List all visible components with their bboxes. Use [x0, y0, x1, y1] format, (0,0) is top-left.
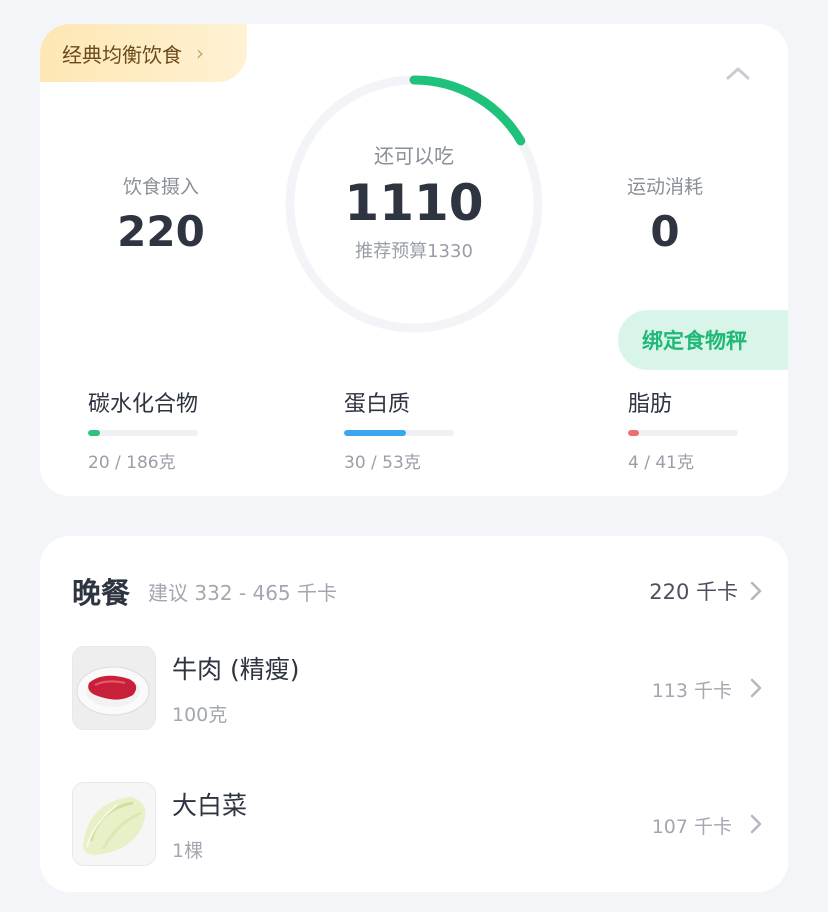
remaining-label: 还可以吃: [374, 144, 454, 168]
macro-name: 蛋白质: [344, 392, 411, 417]
meal-total-kcal: 220 千卡: [649, 580, 738, 604]
macro-progress-bar: [628, 430, 738, 436]
chevron-up-icon[interactable]: [724, 62, 752, 86]
intake-stat: 饮食摄入 220: [61, 172, 261, 256]
diet-plan-label: 经典均衡饮食: [62, 42, 182, 67]
diet-plan-badge[interactable]: 经典均衡饮食 ›: [40, 24, 247, 82]
chevron-right-icon: ›: [196, 41, 204, 65]
beef-image: [72, 646, 156, 730]
chevron-right-icon: [750, 814, 762, 834]
macro-amount: 20 / 186克: [88, 453, 176, 473]
intake-label: 饮食摄入: [122, 176, 199, 198]
macro-carbohydrate: 碳水化合物 20 / 186克: [88, 386, 198, 473]
remaining-calories: 还可以吃 1110 推荐预算1330: [280, 140, 548, 263]
dinner-card: 晚餐 建议 332 - 465 千卡 220 千卡 牛肉 (精瘦) 100克 1…: [40, 536, 788, 892]
food-kcal: 107 千卡: [651, 816, 732, 838]
meal-header[interactable]: 晚餐 建议 332 - 465 千卡 220 千卡: [72, 566, 762, 616]
exercise-value: 0: [650, 207, 680, 256]
macro-progress-fill: [628, 430, 639, 436]
budget-text: 推荐预算1330: [355, 241, 473, 262]
food-quantity: 100克: [172, 704, 228, 726]
food-name: 牛肉 (精瘦): [172, 655, 300, 684]
intake-value: 220: [117, 207, 205, 256]
nutrition-summary-card: 经典均衡饮食 › 饮食摄入 220 还可以吃 1110 推荐预算1330 运动消…: [40, 24, 788, 496]
exercise-stat: 运动消耗 0: [565, 172, 765, 256]
macro-progress-fill: [344, 430, 407, 436]
macro-progress-bar: [344, 430, 454, 436]
food-quantity: 1棵: [172, 840, 204, 862]
macro-name: 碳水化合物: [88, 392, 199, 417]
macro-amount: 4 / 41克: [628, 453, 694, 473]
food-name: 大白菜: [172, 791, 248, 820]
bind-food-scale-button[interactable]: 绑定食物秤: [618, 310, 788, 370]
food-item-napa-cabbage[interactable]: 大白菜 1棵 107 千卡: [72, 782, 762, 868]
chevron-right-icon: [750, 678, 762, 698]
macro-progress-fill: [88, 430, 100, 436]
food-kcal: 113 千卡: [651, 680, 732, 702]
exercise-label: 运动消耗: [626, 176, 703, 198]
meal-suggestion: 建议 332 - 465 千卡: [148, 580, 338, 605]
food-item-beef[interactable]: 牛肉 (精瘦) 100克 113 千卡: [72, 646, 762, 732]
macro-protein: 蛋白质 30 / 53克: [344, 386, 454, 473]
chevron-right-icon: [750, 581, 762, 601]
macro-fat: 脂肪 4 / 41克: [628, 386, 738, 473]
macro-progress-bar: [88, 430, 198, 436]
napa-cabbage-image: [72, 782, 156, 866]
remaining-value: 1110: [344, 174, 484, 232]
macro-name: 脂肪: [628, 392, 673, 417]
macro-amount: 30 / 53克: [344, 453, 421, 473]
meal-title: 晚餐: [72, 576, 131, 610]
